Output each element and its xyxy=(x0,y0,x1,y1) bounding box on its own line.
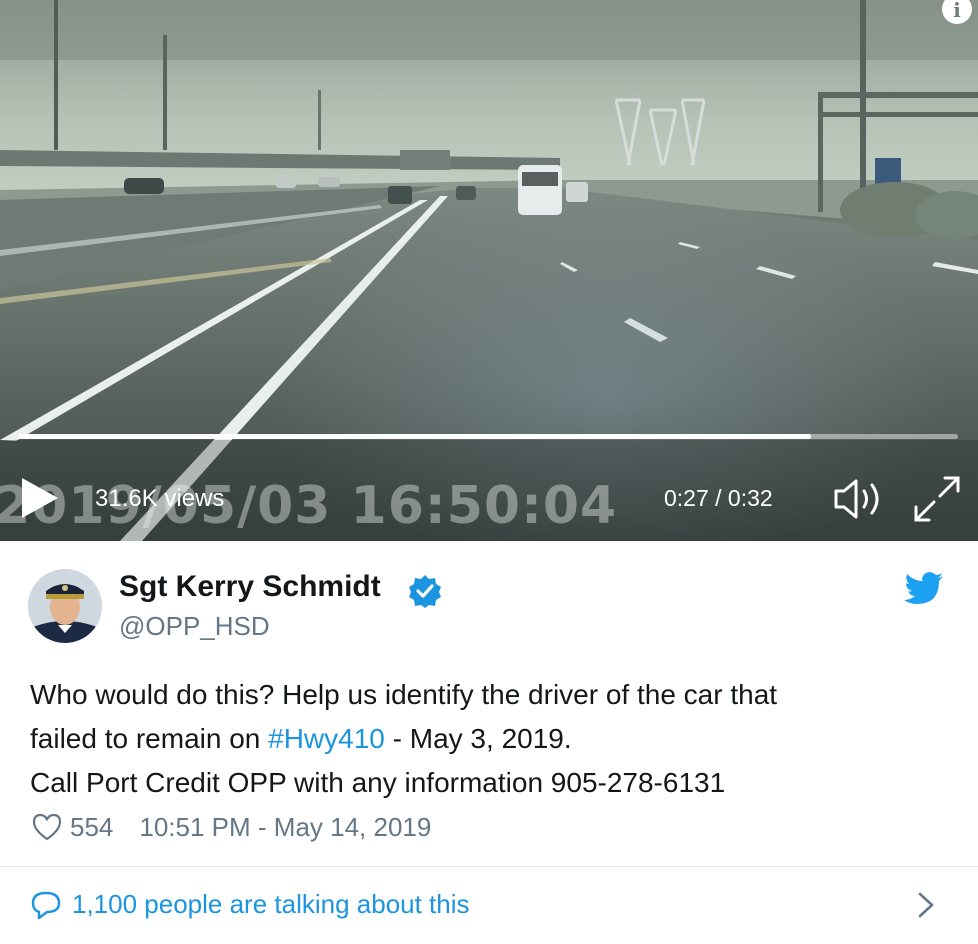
view-count: 31.6K views xyxy=(95,485,225,512)
twitter-bird-icon[interactable] xyxy=(904,572,944,606)
play-icon[interactable] xyxy=(20,476,60,520)
author-handle[interactable]: @OPP_HSD xyxy=(119,611,270,642)
tweet-text: Who would do this? Help us identify the … xyxy=(30,673,960,805)
tweet-meta: 554 10:51 PM - May 14, 2019 xyxy=(32,811,431,843)
tweet-text-line-3: Call Port Credit OPP with any informatio… xyxy=(30,767,726,798)
video-frame xyxy=(0,0,978,541)
avatar[interactable] xyxy=(28,569,102,643)
tweet-timestamp[interactable]: 10:51 PM - May 14, 2019 xyxy=(139,812,431,843)
fullscreen-icon[interactable] xyxy=(912,474,962,524)
author-name[interactable]: Sgt Kerry Schmidt xyxy=(119,570,381,604)
hashtag-link[interactable]: #Hwy410 xyxy=(268,723,385,754)
progress-fill xyxy=(18,434,812,439)
conversation-link-label: 1,100 people are talking about this xyxy=(72,889,470,919)
tweet-text-line-1: Who would do this? Help us identify the … xyxy=(30,679,778,710)
video-timestamp-overlay: 2019/05/03 16:50:04 xyxy=(0,476,618,536)
video-player[interactable]: i 2019/05/03 16:50:04 31.6K views 0:27 /… xyxy=(0,0,978,541)
progress-bar[interactable] xyxy=(18,434,958,439)
volume-icon[interactable] xyxy=(832,477,886,521)
verified-icon xyxy=(409,575,441,608)
heart-icon[interactable] xyxy=(32,813,62,841)
like-count: 554 xyxy=(70,811,114,842)
tweet-text-segment: failed to remain on xyxy=(30,723,269,754)
conversation-link[interactable]: 1,100 people are talking about this xyxy=(30,889,470,920)
speech-bubble-icon xyxy=(31,891,61,919)
tweet-text-line-2: failed to remain on #Hwy410 - May 3, 201… xyxy=(30,717,960,761)
divider xyxy=(0,866,978,867)
chevron-right-icon[interactable] xyxy=(914,890,938,920)
avatar-image xyxy=(28,569,102,643)
tweet-text-segment: - May 3, 2019. xyxy=(384,723,572,754)
video-time: 0:27 / 0:32 xyxy=(664,485,773,511)
